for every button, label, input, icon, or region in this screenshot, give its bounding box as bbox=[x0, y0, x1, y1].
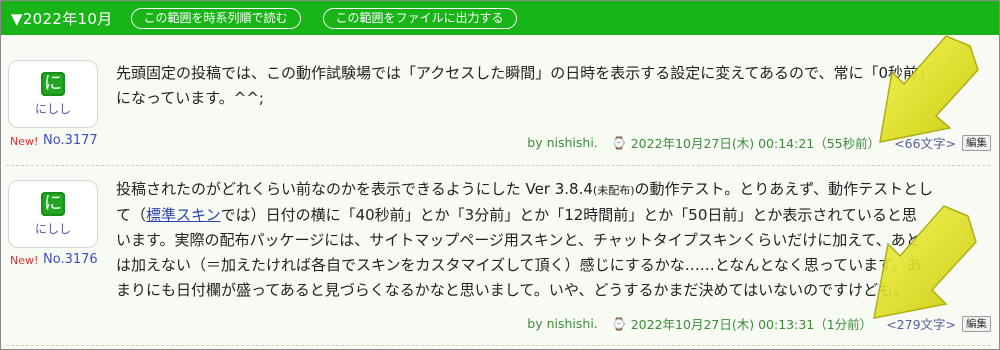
post-3177: に にしし New! No.3177 先頭固定の投稿では、この動作試験場では「ア… bbox=[1, 44, 991, 156]
post-text: て（ bbox=[116, 206, 147, 224]
post-3176: に にしし New! No.3176 投稿されたのがどれくらい前なのかを表示でき… bbox=[1, 172, 991, 342]
new-badge: New! bbox=[10, 135, 39, 148]
month-header: ▼2022年10月 この範囲を時系列順で読む この範囲をファイルに出力する bbox=[1, 1, 999, 35]
post-text: では）日付の横に「40秒前」とか「3分前」とか「12時間前」とか「50日前」とか… bbox=[220, 206, 917, 224]
month-title[interactable]: ▼2022年10月 bbox=[11, 8, 113, 29]
post-text: 投稿されたのがどれくらい前なのかを表示できるようにした Ver 3.8.4 bbox=[116, 180, 593, 198]
post-datetime[interactable]: 2022年10月27日(木) 00:13:31（1分前） bbox=[631, 314, 872, 333]
post-body-line: になっています。^^; bbox=[116, 89, 264, 107]
post-body-line: 先頭固定の投稿では、この動作試験場では「アクセスした瞬間」の日時を表示する設定に… bbox=[116, 64, 933, 82]
post-author-by: by nishishi. bbox=[527, 316, 598, 331]
new-badge: New! bbox=[10, 254, 39, 267]
post-author-by: by nishishi. bbox=[527, 135, 598, 150]
clock-icon: ⌚ bbox=[611, 316, 627, 331]
post-body: 先頭固定の投稿では、この動作試験場では「アクセスした瞬間」の日時を表示する設定に… bbox=[116, 61, 986, 111]
post-divider bbox=[6, 165, 990, 166]
post-text: の動作テスト。とりあえず、動作テストとし bbox=[634, 180, 934, 198]
export-to-file-button[interactable]: この範囲をファイルに出力する bbox=[322, 7, 517, 29]
annotation-arrow-icon bbox=[879, 35, 979, 143]
post-datetime[interactable]: 2022年10月27日(木) 00:14:21（55秒前） bbox=[631, 133, 880, 152]
avatar[interactable]: に にしし bbox=[8, 60, 98, 128]
avatar-icon: に bbox=[41, 71, 65, 96]
avatar-icon: に bbox=[41, 191, 65, 216]
post-divider bbox=[6, 345, 990, 346]
author-name: にしし bbox=[34, 101, 71, 116]
unreleased-note: (未配布) bbox=[592, 184, 635, 197]
clock-icon: ⌚ bbox=[611, 135, 627, 150]
read-chronological-button[interactable]: この範囲を時系列順で読む bbox=[130, 7, 301, 29]
post-number-link[interactable]: No.3176 bbox=[43, 252, 98, 267]
author-name: にしし bbox=[34, 221, 71, 236]
annotation-arrow-icon bbox=[873, 205, 977, 319]
avatar[interactable]: に にしし bbox=[8, 180, 98, 248]
post-number-link[interactable]: No.3177 bbox=[43, 133, 98, 148]
standard-skin-link[interactable]: 標準スキン bbox=[146, 206, 221, 224]
